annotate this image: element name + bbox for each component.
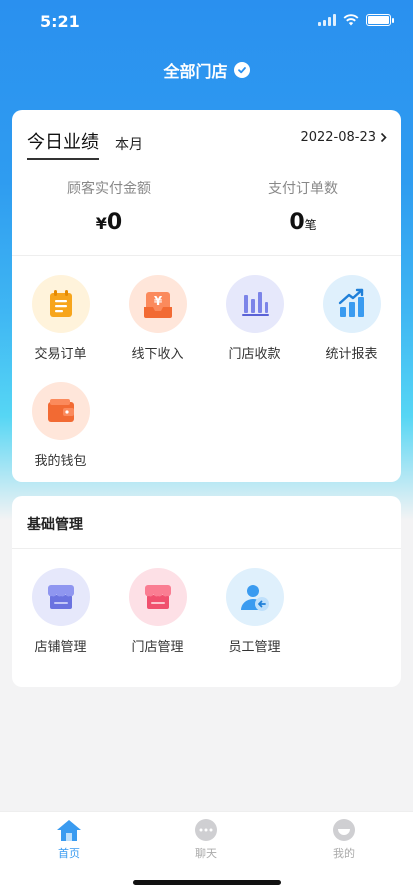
stat-label: 支付订单数 [268,181,338,197]
date-value: 2022-08-23 [300,130,376,145]
tab-label: 首页 [58,847,80,860]
tab-month[interactable]: 本月 [115,134,143,160]
stat-unit: 笔 [304,218,317,232]
wifi-icon [343,14,359,26]
trend-report-icon [322,275,381,333]
basic-management-card: 基础管理 店铺管理 门店管理 员工管理 [12,496,401,687]
stat-value: 0笔 [206,210,400,235]
menu-item-label: 门店收款 [228,347,281,362]
performance-card: 今日业绩 本月 2022-08-23 顾客实付金额 ¥0 支付订单数 0笔 交易… [12,110,401,482]
bar-chart-icon [225,275,284,333]
store-selector[interactable]: 全部门店 [0,58,413,82]
menu-item-store-management[interactable]: 门店管理 [109,568,206,655]
wallet-icon [31,382,90,440]
currency-prefix: ¥ [95,214,107,233]
status-icons [318,14,394,26]
menu-item-shop-management[interactable]: 店铺管理 [12,568,109,655]
divider [12,548,401,549]
store-selector-label: 全部门店 [163,62,228,81]
status-bar: 5:21 [0,0,413,44]
battery-icon [366,14,394,26]
check-circle-icon [233,62,250,78]
home-indicator [133,880,281,885]
menu-item-label: 线下收入 [131,347,184,362]
profile-icon [331,818,357,842]
tab-today[interactable]: 今日业绩 [27,128,99,160]
tab-label: 聊天 [195,847,217,860]
menu-item-label: 员工管理 [228,640,281,655]
stat-label: 顾客实付金额 [67,181,151,197]
stat-number: 0 [289,210,305,235]
stat-order-count: 支付订单数 0笔 [206,178,400,235]
menu-item-wallet[interactable]: 我的钱包 [12,382,109,469]
menu-item-label: 交易订单 [34,347,87,362]
tab-chat[interactable]: 聊天 [166,818,246,861]
menu-item-label: 统计报表 [325,347,378,362]
menu-item-label: 门店管理 [131,640,184,655]
staff-icon [225,568,284,626]
store-front-icon [128,568,187,626]
stat-value: ¥0 [12,210,206,235]
signal-icon [318,14,336,26]
order-clipboard-icon [31,275,90,333]
menu-item-orders[interactable]: 交易订单 [12,275,109,362]
status-time: 5:21 [40,12,80,31]
section-title: 基础管理 [27,517,83,533]
menu-item-label: 我的钱包 [34,454,87,469]
menu-item-label: 店铺管理 [34,640,87,655]
yen-tray-icon: ¥ [128,275,187,333]
stat-paid-amount: 顾客实付金额 ¥0 [12,178,206,235]
stat-number: 0 [106,210,123,235]
performance-tabs: 今日业绩 本月 [27,128,143,160]
tab-home[interactable]: 首页 [29,818,109,861]
menu-item-reports[interactable]: 统计报表 [303,275,400,362]
tab-label: 我的 [333,847,355,860]
chat-icon [193,818,219,842]
menu-item-store-payment[interactable]: 门店收款 [206,275,303,362]
menu-item-staff-management[interactable]: 员工管理 [206,568,303,655]
divider [12,255,401,256]
tab-profile[interactable]: 我的 [304,818,384,861]
menu-item-offline-income[interactable]: ¥ 线下收入 [109,275,206,362]
svg-text:¥: ¥ [153,294,162,308]
chevron-right-icon [380,132,387,143]
home-icon [56,818,82,842]
shop-awning-icon [31,568,90,626]
date-selector[interactable]: 2022-08-23 [300,130,387,145]
